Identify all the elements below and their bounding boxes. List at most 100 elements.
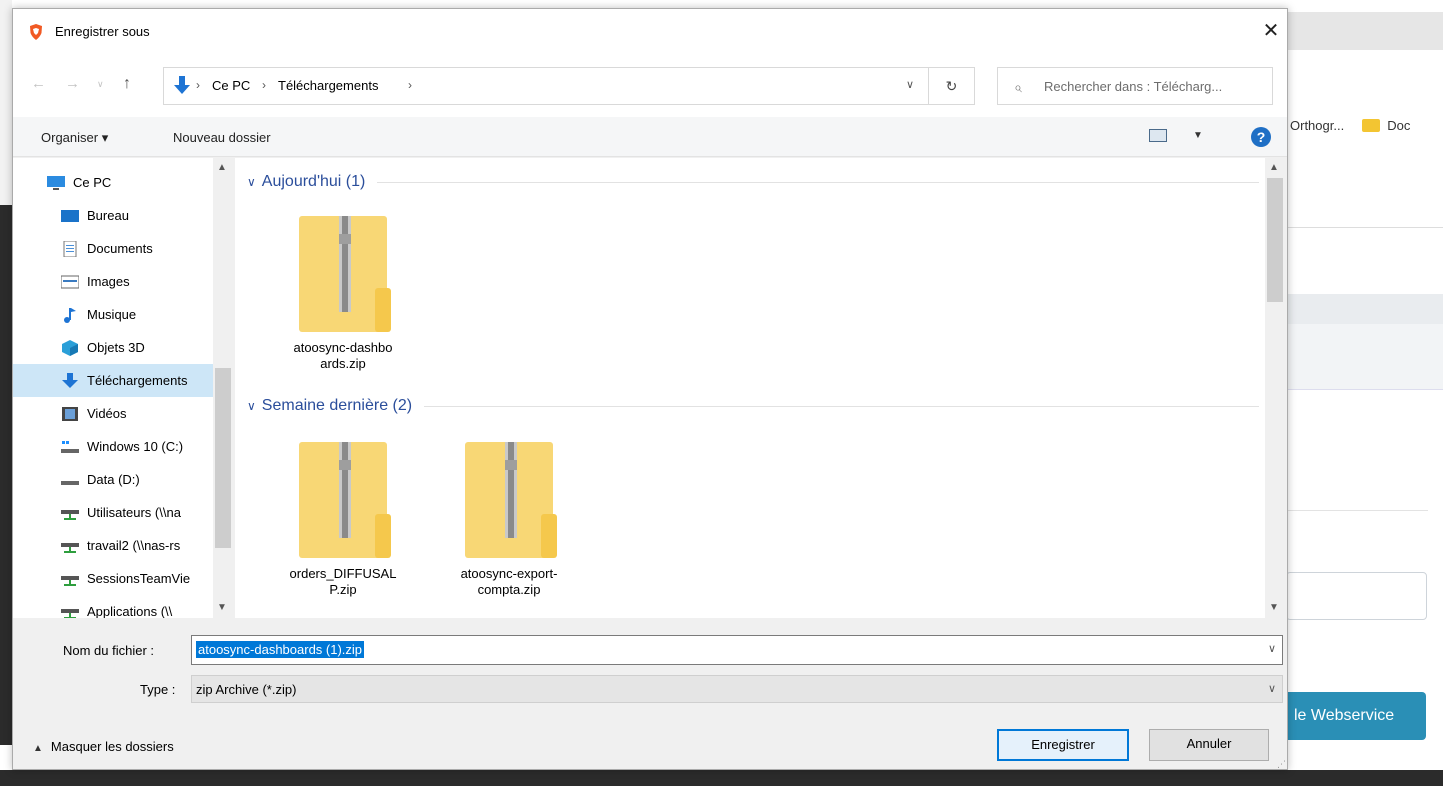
nav-item-ce-pc[interactable]: Ce PC — [13, 166, 213, 199]
file-list-scrollbar[interactable]: ▲ ▼ — [1265, 158, 1285, 618]
network-drive-icon — [61, 608, 79, 618]
nav-item-label: Utilisateurs (\\na — [87, 505, 181, 520]
divider — [424, 405, 1259, 407]
table-header — [1288, 294, 1443, 324]
videos-icon — [62, 406, 78, 421]
arrow-left-icon[interactable]: ← — [31, 75, 46, 92]
nav-item-documents[interactable]: Documents — [13, 232, 213, 265]
objects-3d-icon — [62, 339, 78, 356]
documents-icon — [63, 240, 77, 257]
nav-item-label: Documents — [87, 241, 153, 256]
dialog-title: Enregistrer sous — [55, 24, 150, 39]
nav-item-label: Images — [87, 274, 130, 289]
navpane-scrollbar[interactable]: ▲ ▼ — [213, 158, 233, 618]
downloads-icon — [174, 76, 190, 94]
divider — [377, 181, 1259, 183]
nav-item-objets-3d[interactable]: Objets 3D — [13, 331, 213, 364]
nav-item-label: Musique — [87, 307, 137, 322]
nav-item-travail2[interactable]: travail2 (\\nas-rs — [13, 529, 213, 562]
file-name: orders_DIFFUSAL — [289, 566, 397, 581]
arrow-up-icon[interactable]: ↑ — [123, 75, 131, 93]
save-button[interactable]: Enregistrer — [997, 729, 1129, 761]
breadcrumb-separator: › — [196, 78, 200, 92]
breadcrumb-item[interactable]: Ce PC — [212, 78, 250, 93]
nav-item-bureau[interactable]: Bureau — [13, 199, 213, 232]
navigation-bar: ← → ∨ ↑ › Ce PC › Téléchargements › ∨ ↻ … — [13, 55, 1287, 117]
organize-menu-button[interactable]: Organiser ▾ — [41, 130, 108, 146]
folder-icon — [1362, 118, 1381, 132]
network-drive-icon — [61, 575, 79, 586]
file-item[interactable]: atoosync-dashbo ards.zip — [273, 212, 413, 372]
nav-item-musique[interactable]: Musique — [13, 298, 213, 331]
file-name: P.zip — [329, 582, 357, 597]
view-options-icon[interactable] — [1149, 129, 1167, 142]
filename-value[interactable]: atoosync-dashboards (1).zip — [196, 641, 365, 658]
filetype-label: Type : — [140, 682, 176, 697]
new-folder-button[interactable]: Nouveau dossier — [173, 130, 271, 145]
help-icon[interactable]: ? — [1251, 127, 1271, 147]
close-icon[interactable]: ✕ — [1259, 19, 1283, 43]
nav-item-label: Téléchargements — [87, 373, 188, 388]
nav-item-label: Ce PC — [73, 175, 112, 190]
address-bar[interactable]: › Ce PC › Téléchargements › ∨ — [163, 67, 929, 105]
table-row — [1288, 324, 1443, 390]
navigation-pane: Ce PC Bureau Documents Images Musique Ob… — [13, 158, 233, 618]
webservice-button[interactable]: le Webservice — [1284, 692, 1426, 740]
chevron-down-icon[interactable]: ▼ — [1193, 130, 1203, 141]
bookmark-folder[interactable]: Doc — [1362, 118, 1410, 133]
cancel-button[interactable]: Annuler — [1149, 729, 1269, 761]
scroll-down-icon[interactable]: ▼ — [217, 602, 227, 613]
divider — [1288, 227, 1443, 228]
desktop-icon — [61, 209, 79, 222]
nav-item-label: SessionsTeamVie — [87, 571, 191, 586]
zip-folder-icon — [299, 442, 391, 558]
chevron-down-icon[interactable]: ∨ — [906, 78, 914, 91]
nav-item-label: Bureau — [87, 208, 129, 223]
drive-icon — [61, 480, 79, 485]
breadcrumb-separator: › — [262, 78, 266, 92]
computer-icon — [47, 175, 65, 190]
nav-item-windows-c[interactable]: Windows 10 (C:) — [13, 430, 213, 463]
file-item[interactable]: atoosync-export- compta.zip — [439, 438, 579, 598]
drive-windows-icon — [61, 440, 79, 453]
scrollbar-thumb[interactable] — [215, 368, 231, 548]
file-item[interactable]: orders_DIFFUSAL P.zip — [273, 438, 413, 598]
chevron-down-icon[interactable]: ∨ — [1268, 682, 1276, 695]
resize-grip-icon[interactable]: ⋰ — [1277, 759, 1286, 770]
nav-item-utilisateurs[interactable]: Utilisateurs (\\na — [13, 496, 213, 529]
refresh-icon[interactable]: ↻ — [929, 67, 975, 105]
scroll-up-icon[interactable]: ▲ — [1269, 162, 1279, 173]
breadcrumb-item[interactable]: Téléchargements — [278, 78, 378, 93]
nav-item-sessionsteamviewer[interactable]: SessionsTeamVie — [13, 562, 213, 595]
nav-item-telechargements[interactable]: Téléchargements — [13, 364, 213, 397]
scrollbar-thumb[interactable] — [1267, 178, 1283, 302]
background-input[interactable] — [1286, 572, 1427, 620]
filename-label: Nom du fichier : — [63, 643, 155, 658]
bookmark-folder-label: Doc — [1387, 117, 1411, 133]
chevron-down-icon[interactable]: ∨ — [247, 175, 256, 189]
scroll-up-icon[interactable]: ▲ — [217, 162, 227, 173]
hide-folders-button[interactable]: ▲ Masquer les dossiers — [33, 739, 174, 754]
group-header-last-week[interactable]: ∨ Semaine dernière (2) — [247, 394, 1259, 418]
nav-item-label: Windows 10 (C:) — [87, 439, 184, 454]
bookmark-item[interactable]: Orthogr... — [1290, 118, 1344, 133]
nav-item-images[interactable]: Images — [13, 265, 213, 298]
scroll-down-icon[interactable]: ▼ — [1269, 602, 1279, 613]
filename-field[interactable]: atoosync-dashboards (1).zip ∨ — [191, 635, 1283, 665]
search-input[interactable]: ⌕ Rechercher dans : Télécharg... — [997, 67, 1273, 105]
chevron-down-icon[interactable]: ∨ — [97, 79, 104, 90]
arrow-right-icon[interactable]: → — [65, 75, 80, 92]
background-bottom-dark — [0, 770, 1443, 786]
dialog-titlebar: Enregistrer sous ✕ — [13, 9, 1287, 55]
group-header-today[interactable]: ∨ Aujourd'hui (1) — [247, 170, 1259, 194]
nav-item-videos[interactable]: Vidéos — [13, 397, 213, 430]
filetype-select[interactable]: zip Archive (*.zip) ∨ — [191, 675, 1283, 703]
chevron-down-icon[interactable]: ∨ — [1268, 642, 1276, 655]
nav-item-data-d[interactable]: Data (D:) — [13, 463, 213, 496]
nav-item-applications[interactable]: Applications (\\ — [13, 595, 213, 618]
file-name: atoosync-export- — [460, 566, 558, 581]
group-label: Semaine dernière (2) — [261, 397, 413, 414]
breadcrumb-separator[interactable]: › — [408, 78, 412, 92]
chevron-down-icon[interactable]: ∨ — [247, 399, 256, 413]
network-drive-icon — [61, 509, 79, 520]
